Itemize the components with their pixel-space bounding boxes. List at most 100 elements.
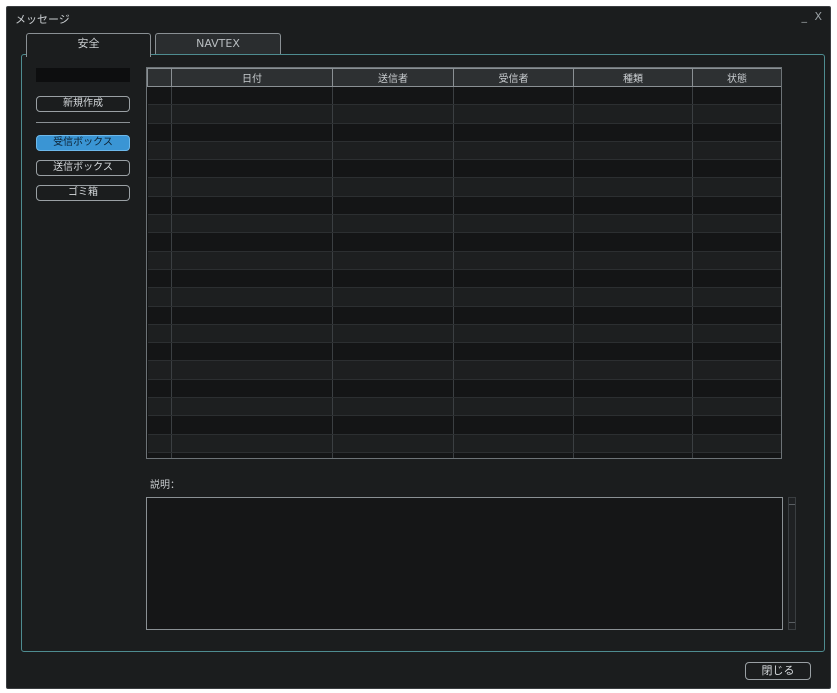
table-cell [453, 360, 574, 380]
table-cell [332, 177, 454, 197]
table-cell [147, 123, 172, 142]
status-box [36, 68, 130, 82]
scroll-down-arrow[interactable] [789, 622, 795, 629]
table-row[interactable] [147, 141, 781, 161]
table-cell [453, 123, 574, 142]
table-cell [147, 104, 172, 124]
column-header-status[interactable]: 状態 [692, 68, 781, 87]
table-row[interactable] [147, 177, 781, 197]
table-cell [332, 324, 454, 344]
table-cell [453, 269, 574, 289]
table-row[interactable] [147, 342, 781, 362]
message-window: メッセージ _ X 安全 NAVTEX 新規作成 受信ボックス 送信ボックス ゴ… [6, 6, 831, 689]
table-cell [453, 159, 574, 179]
table-row[interactable] [147, 434, 781, 453]
table-row[interactable] [147, 287, 781, 307]
scroll-up-arrow[interactable] [789, 498, 795, 505]
table-cell [573, 397, 693, 417]
tab-safety[interactable]: 安全 [26, 33, 151, 57]
table-cell [171, 306, 333, 325]
table-cell [171, 196, 333, 216]
description-scrollbar[interactable] [788, 497, 796, 630]
table-cell [573, 177, 693, 197]
table-cell [692, 452, 781, 458]
description-label: 説明： [150, 480, 180, 491]
table-cell [332, 287, 454, 307]
table-row[interactable] [147, 86, 781, 106]
table-cell [692, 415, 781, 435]
table-cell [453, 251, 574, 270]
table-row[interactable] [147, 379, 781, 399]
table-row[interactable] [147, 397, 781, 417]
table-cell [171, 324, 333, 344]
table-cell [692, 324, 781, 344]
table-cell [692, 232, 781, 252]
column-header-select[interactable] [147, 68, 172, 87]
table-row[interactable] [147, 159, 781, 179]
table-row[interactable] [147, 306, 781, 325]
table-cell [692, 141, 781, 161]
table-cell [147, 342, 172, 362]
column-header-type[interactable]: 種類 [573, 68, 693, 87]
table-cell [453, 434, 574, 453]
table-cell [147, 397, 172, 417]
table-row[interactable] [147, 251, 781, 270]
table-cell [692, 342, 781, 362]
table-cell [692, 159, 781, 179]
column-header-date[interactable]: 日付 [171, 68, 333, 87]
table-row[interactable] [147, 452, 781, 458]
table-cell [332, 214, 454, 234]
table-cell [573, 415, 693, 435]
table-cell [573, 232, 693, 252]
new-message-button[interactable]: 新規作成 [36, 96, 130, 112]
table-cell [573, 360, 693, 380]
folder-trash[interactable]: ゴミ箱 [36, 185, 130, 201]
table-cell [332, 415, 454, 435]
table-cell [171, 342, 333, 362]
table-cell [573, 434, 693, 453]
table-cell [171, 415, 333, 435]
table-cell [332, 251, 454, 270]
table-row[interactable] [147, 104, 781, 124]
table-header-row: 日付 送信者 受信者 種類 状態 [147, 68, 781, 87]
table-row[interactable] [147, 324, 781, 344]
table-cell [573, 379, 693, 399]
table-cell [573, 141, 693, 161]
table-cell [692, 306, 781, 325]
table-cell [573, 196, 693, 216]
tab-navtex[interactable]: NAVTEX [155, 33, 281, 55]
table-row[interactable] [147, 196, 781, 216]
table-cell [692, 269, 781, 289]
table-cell [332, 123, 454, 142]
column-header-receiver[interactable]: 受信者 [453, 68, 574, 87]
table-cell [171, 159, 333, 179]
table-cell [573, 452, 693, 458]
close-button[interactable]: 閉じる [745, 662, 811, 680]
table-cell [453, 86, 574, 106]
table-row[interactable] [147, 123, 781, 142]
table-row[interactable] [147, 214, 781, 234]
window-title: メッセージ [15, 13, 70, 26]
description-field[interactable] [146, 497, 783, 630]
table-cell [147, 287, 172, 307]
folder-inbox[interactable]: 受信ボックス [36, 135, 130, 151]
column-header-sender[interactable]: 送信者 [332, 68, 454, 87]
table-body [147, 86, 781, 458]
table-cell [573, 324, 693, 344]
table-cell [147, 251, 172, 270]
folder-outbox[interactable]: 送信ボックス [36, 160, 130, 176]
table-cell [147, 434, 172, 453]
table-cell [692, 287, 781, 307]
table-row[interactable] [147, 232, 781, 252]
table-row[interactable] [147, 360, 781, 380]
table-cell [453, 415, 574, 435]
table-cell [453, 379, 574, 399]
table-cell [453, 177, 574, 197]
table-cell [692, 251, 781, 270]
table-cell [573, 214, 693, 234]
table-row[interactable] [147, 269, 781, 289]
table-row[interactable] [147, 415, 781, 435]
table-cell [453, 141, 574, 161]
table-cell [147, 177, 172, 197]
window-controls[interactable]: _ X [801, 10, 824, 23]
